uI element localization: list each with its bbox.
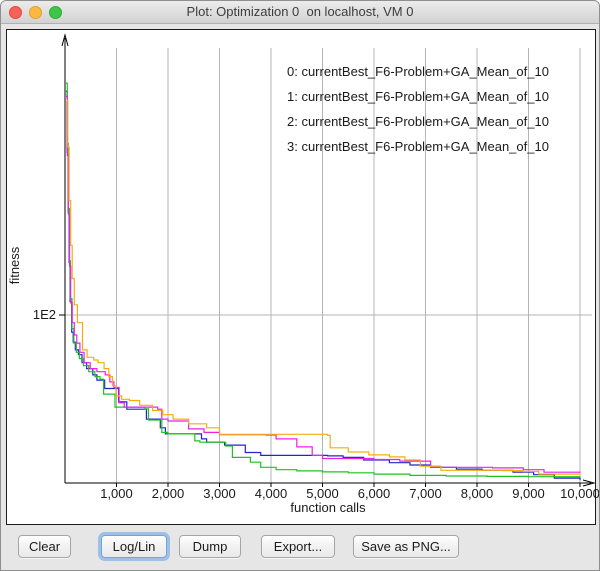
legend-item: 0: currentBest_F6-Problem+GA_Mean_of_10 [287, 64, 549, 79]
title-bar[interactable]: Plot: Optimization 0 on localhost, VM 0 [1, 1, 599, 24]
x-tick-label: 5,000 [306, 486, 339, 501]
x-tick-label: 3,000 [203, 486, 236, 501]
series-line [67, 100, 581, 475]
close-button[interactable] [9, 6, 22, 19]
x-tick-label: 9,000 [512, 486, 545, 501]
x-tick-label: 4,000 [255, 486, 288, 501]
clear-button[interactable]: Clear [18, 535, 71, 558]
x-tick-label: 10,000 [560, 486, 600, 501]
minimize-button[interactable] [29, 6, 42, 19]
save-png-button[interactable]: Save as PNG... [353, 535, 459, 558]
window-title: Plot: Optimization 0 on localhost, VM 0 [1, 1, 599, 23]
dump-button[interactable]: Dump [179, 535, 241, 558]
x-tick-label: 2,000 [152, 486, 185, 501]
x-tick-label: 8,000 [461, 486, 494, 501]
plot-canvas: 1,000 2,000 3,000 4,000 5,000 6,000 7,000 8,000… [7, 30, 595, 524]
x-axis-label: function calls [290, 500, 366, 515]
plot-panel: 1,000 2,000 3,000 4,000 5,000 6,000 7,000 8,000… [6, 29, 596, 525]
x-tick-label: 7,000 [409, 486, 442, 501]
x-tick-label: 1,000 [100, 486, 133, 501]
loglin-button[interactable]: Log/Lin [101, 535, 167, 558]
y-axis-label: fitness [7, 246, 22, 284]
legend-item: 1: currentBest_F6-Problem+GA_Mean_of_10 [287, 89, 549, 104]
zoom-button[interactable] [49, 6, 62, 19]
legend-item: 3: currentBest_F6-Problem+GA_Mean_of_10 [287, 139, 549, 154]
y-tick-label: 1E2 [33, 307, 56, 322]
plot-window: Plot: Optimization 0 on localhost, VM 0 … [0, 0, 600, 571]
x-tick-label: 6,000 [358, 486, 391, 501]
export-button[interactable]: Export... [261, 535, 335, 558]
window-controls [9, 6, 62, 19]
legend-item: 2: currentBest_F6-Problem+GA_Mean_of_10 [287, 114, 549, 129]
